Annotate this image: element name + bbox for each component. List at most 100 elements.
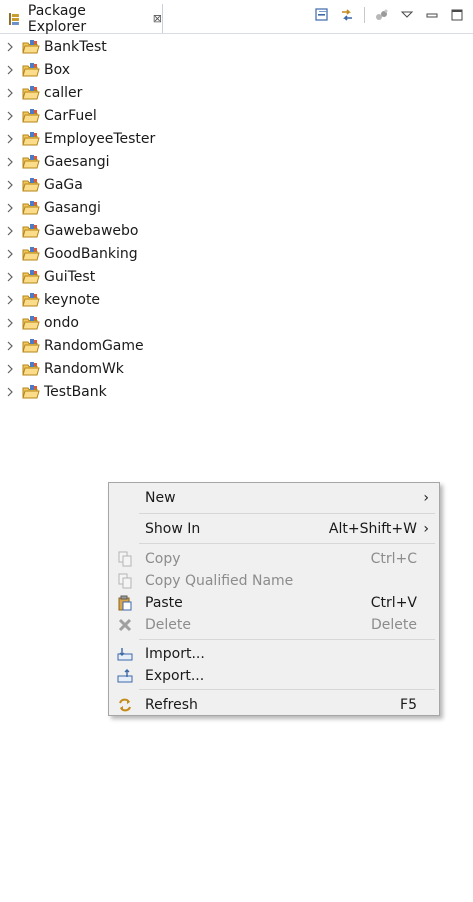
- chevron-right-icon[interactable]: [5, 387, 15, 397]
- java-project-icon: [22, 177, 40, 191]
- menu-item-label: New: [145, 490, 176, 506]
- menu-item-label: Show In: [145, 521, 201, 537]
- collapse-all-icon[interactable]: [314, 7, 330, 23]
- menu-item-accelerator: Delete: [371, 617, 417, 633]
- menu-item-accelerator: Alt+Shift+W: [328, 521, 417, 537]
- package-explorer-icon: [8, 12, 19, 25]
- menu-item-refresh[interactable]: Refresh F5: [109, 694, 439, 716]
- tree-row-project[interactable]: GuiTest: [0, 265, 473, 288]
- chevron-right-icon[interactable]: [5, 65, 15, 75]
- project-label: EmployeeTester: [44, 130, 156, 147]
- project-label: Gawebawebo: [44, 222, 139, 239]
- menu-item-import[interactable]: Import...: [109, 643, 439, 665]
- submenu-arrow-icon: ›: [423, 521, 429, 537]
- menu-item-accelerator: Ctrl+C: [370, 551, 417, 567]
- tab-package-explorer[interactable]: Package Explorer ⊠: [0, 2, 163, 35]
- menu-item-new[interactable]: New ›: [109, 487, 439, 509]
- tree-row-project[interactable]: ondo: [0, 311, 473, 334]
- link-with-editor-icon[interactable]: [339, 7, 355, 23]
- menu-item-label: Refresh: [145, 697, 198, 713]
- view-toolbar: Package Explorer ⊠: [0, 0, 473, 35]
- project-label: caller: [44, 84, 83, 101]
- tree-row-project[interactable]: BankTest: [0, 35, 473, 58]
- close-icon[interactable]: ⊠: [153, 12, 162, 25]
- tree-row-project[interactable]: TestBank: [0, 380, 473, 403]
- project-label: RandomGame: [44, 337, 144, 354]
- tree-row-project[interactable]: GaGa: [0, 173, 473, 196]
- tree-row-project[interactable]: Box: [0, 58, 473, 81]
- project-label: GuiTest: [44, 268, 96, 285]
- tree-row-project[interactable]: Gasangi: [0, 196, 473, 219]
- export-icon: [117, 669, 133, 683]
- tree-row-project[interactable]: CarFuel: [0, 104, 473, 127]
- menu-item-copy-qualified-name[interactable]: Copy Qualified Name: [109, 570, 439, 592]
- java-project-icon: [22, 200, 40, 214]
- java-project-icon: [22, 269, 40, 283]
- project-label: TestBank: [44, 383, 107, 400]
- tree-row-project[interactable]: Gawebawebo: [0, 219, 473, 242]
- menu-separator: [139, 689, 435, 690]
- delete-icon: [118, 618, 132, 632]
- chevron-right-icon[interactable]: [5, 203, 15, 213]
- tree-row-project[interactable]: Gaesangi: [0, 150, 473, 173]
- menu-separator: [139, 543, 435, 544]
- chevron-right-icon[interactable]: [5, 111, 15, 121]
- chevron-right-icon[interactable]: [5, 249, 15, 259]
- filters-icon[interactable]: [374, 7, 390, 23]
- submenu-arrow-icon: ›: [423, 490, 429, 506]
- menu-separator: [139, 513, 435, 514]
- tree-row-project[interactable]: GoodBanking: [0, 242, 473, 265]
- menu-item-copy[interactable]: Copy Ctrl+C: [109, 548, 439, 570]
- chevron-right-icon[interactable]: [5, 318, 15, 328]
- chevron-right-icon[interactable]: [5, 180, 15, 190]
- menu-item-accelerator: Ctrl+V: [370, 595, 417, 611]
- refresh-icon: [119, 698, 131, 712]
- menu-item-delete[interactable]: Delete Delete: [109, 614, 439, 636]
- chevron-right-icon[interactable]: [5, 88, 15, 98]
- view-toolbar-icons: [314, 7, 465, 23]
- menu-item-export[interactable]: Export...: [109, 665, 439, 687]
- view-menu-icon[interactable]: [399, 7, 415, 23]
- toolbar-separator: [364, 7, 365, 23]
- project-label: CarFuel: [44, 107, 97, 124]
- import-icon: [117, 648, 133, 661]
- chevron-right-icon[interactable]: [5, 272, 15, 282]
- chevron-right-icon[interactable]: [5, 341, 15, 351]
- chevron-right-icon[interactable]: [5, 295, 15, 305]
- copy-qualified-name-icon: [118, 573, 132, 589]
- menu-item-label: Export...: [145, 668, 205, 684]
- tree-row-project[interactable]: caller: [0, 81, 473, 104]
- java-project-icon: [22, 338, 40, 352]
- menu-item-accelerator: F5: [400, 697, 417, 713]
- tree-row-project[interactable]: EmployeeTester: [0, 127, 473, 150]
- tree-row-project[interactable]: keynote: [0, 288, 473, 311]
- tree-row-project[interactable]: RandomGame: [0, 334, 473, 357]
- java-project-icon: [22, 384, 40, 398]
- chevron-right-icon[interactable]: [5, 226, 15, 236]
- java-project-icon: [22, 361, 40, 375]
- java-project-icon: [22, 85, 40, 99]
- menu-item-paste[interactable]: Paste Ctrl+V: [109, 592, 439, 614]
- menu-item-label: Paste: [145, 595, 183, 611]
- tree-row-project[interactable]: RandomWk: [0, 357, 473, 380]
- java-project-icon: [22, 292, 40, 306]
- java-project-icon: [22, 108, 40, 122]
- maximize-icon[interactable]: [449, 7, 465, 23]
- java-project-icon: [22, 62, 40, 76]
- context-menu: New › Show In Alt+Shift+W › Copy Ctrl+C …: [108, 482, 440, 716]
- chevron-right-icon[interactable]: [5, 157, 15, 167]
- menu-item-label: Copy: [145, 551, 181, 567]
- chevron-right-icon[interactable]: [5, 364, 15, 374]
- menu-item-show-in[interactable]: Show In Alt+Shift+W ›: [109, 518, 439, 540]
- tab-title: Package Explorer: [27, 2, 87, 35]
- project-label: GoodBanking: [44, 245, 138, 262]
- chevron-right-icon[interactable]: [5, 134, 15, 144]
- project-label: GaGa: [44, 176, 83, 193]
- menu-item-label: Delete: [145, 617, 191, 633]
- minimize-icon[interactable]: [424, 7, 440, 23]
- java-project-icon: [22, 131, 40, 145]
- project-label: BankTest: [44, 38, 107, 55]
- menu-item-label: Import...: [145, 646, 205, 662]
- chevron-right-icon[interactable]: [5, 42, 15, 52]
- project-label: Gasangi: [44, 199, 101, 216]
